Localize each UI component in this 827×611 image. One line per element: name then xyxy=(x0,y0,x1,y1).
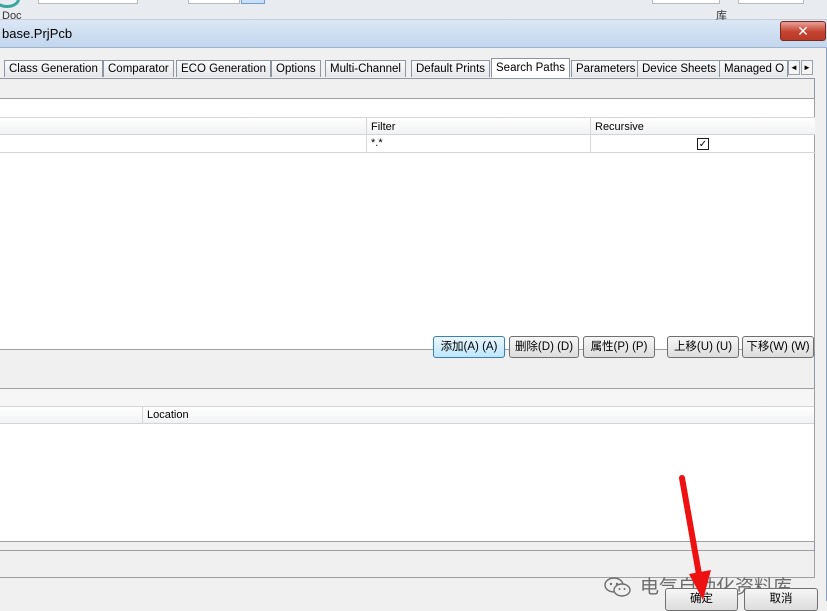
move-up-button[interactable]: 上移(U) (U) xyxy=(667,336,739,358)
tab-parameters[interactable]: Parameters xyxy=(571,60,641,77)
tab-eco-generation[interactable]: ECO Generation xyxy=(176,60,272,77)
cell-path[interactable] xyxy=(0,136,366,153)
background-field-selected xyxy=(241,0,265,4)
results-toolbar xyxy=(0,389,814,407)
path-properties-button[interactable]: 属性(P) (P) xyxy=(583,336,655,358)
tab-class-generation[interactable]: Class Generation xyxy=(4,60,103,77)
column-header-name[interactable] xyxy=(0,407,142,424)
close-button[interactable]: ✕ xyxy=(780,21,826,41)
column-header-filter[interactable]: Filter xyxy=(366,118,590,136)
search-paths-header: Filter Recursive xyxy=(0,117,815,136)
tab-managed-outputs[interactable]: Managed O xyxy=(719,60,788,77)
add-path-button[interactable]: 添加(A) (A) xyxy=(433,336,505,358)
background-field xyxy=(188,0,240,4)
tab-scroll-left-button[interactable]: ◄ xyxy=(788,60,800,75)
table-row[interactable]: *.* xyxy=(0,136,815,153)
tab-scroll-right-button[interactable]: ► xyxy=(801,60,813,75)
wechat-watermark-icon xyxy=(603,576,633,598)
background-field xyxy=(738,0,804,4)
background-field xyxy=(652,0,720,4)
column-header-location[interactable]: Location xyxy=(142,407,814,424)
dialog-title: base.PrjPcb xyxy=(2,26,73,41)
tab-options[interactable]: Options xyxy=(271,60,321,77)
column-header-recursive[interactable]: Recursive xyxy=(590,118,814,136)
move-down-button[interactable]: 下移(W) (W) xyxy=(742,336,814,358)
tab-multi-channel[interactable]: Multi-Channel xyxy=(325,60,406,77)
tab-search-paths[interactable]: Search Paths xyxy=(491,58,571,78)
tab-device-sheets[interactable]: Device Sheets xyxy=(637,60,722,77)
recursive-checkbox[interactable]: ✓ xyxy=(697,138,709,150)
background-library-label: 库 xyxy=(716,10,727,20)
project-options-dialog: base.PrjPcb ✕ Class Generation Comparato… xyxy=(0,20,827,611)
title-bar[interactable]: base.PrjPcb ✕ xyxy=(0,20,827,48)
tab-default-prints[interactable]: Default Prints xyxy=(411,60,491,77)
delete-path-button[interactable]: 删除(D) (D) xyxy=(509,336,579,358)
tab-comparator[interactable]: Comparator xyxy=(103,60,174,77)
cell-filter[interactable]: *.* xyxy=(366,136,590,153)
column-header-path[interactable] xyxy=(0,118,366,136)
background-doc-label: Doc xyxy=(2,10,22,20)
results-header: Location xyxy=(0,407,814,424)
background-field xyxy=(38,0,138,4)
annotation-arrow-icon xyxy=(679,475,711,600)
cancel-button[interactable]: 取消 xyxy=(744,588,818,611)
